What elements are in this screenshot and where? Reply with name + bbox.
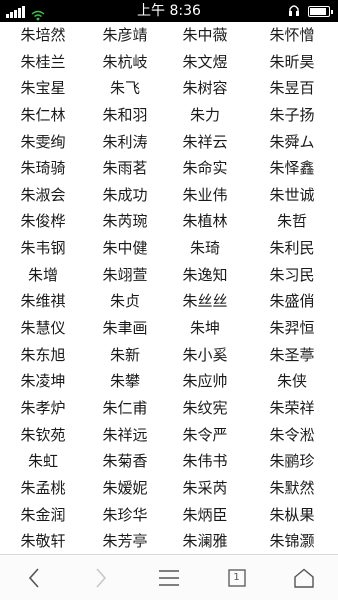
name-item: 朱中健 — [102, 239, 148, 258]
headset-icon — [288, 2, 300, 21]
name-item: 朱默然 — [269, 478, 315, 497]
name-item: 朱业伟 — [182, 185, 228, 204]
name-item: 朱昕昊 — [269, 52, 315, 71]
name-item: 朱澜雅 — [182, 532, 228, 551]
name-item: 朱攀 — [109, 372, 140, 391]
names-list: 朱培然 朱彦靖 朱中薇 朱怀憎朱桂兰 朱杭岐 朱文煜 朱昕昊朱宝星 朱飞 朱树容 朱昱百朱仁林 朱和… — [0, 22, 338, 555]
name-item: 朱珍华 — [102, 505, 148, 524]
status-right — [288, 2, 333, 21]
tabs-icon: 1 — [227, 568, 246, 587]
name-item: 朱应帅 — [182, 372, 228, 391]
name-item: 朱芮琬 — [102, 212, 148, 231]
name-item: 朱哲 — [276, 212, 307, 231]
name-item: 朱孟桃 — [20, 478, 66, 497]
name-item: 朱飞 — [109, 79, 140, 98]
name-item: 朱彦靖 — [102, 26, 148, 44]
name-item: 朱羿恒 — [269, 319, 315, 338]
name-item: 朱祥远 — [102, 425, 148, 444]
name-item: 朱翊萱 — [102, 265, 148, 284]
name-item: 朱文煜 — [182, 52, 228, 71]
name-item: 朱增 — [27, 265, 58, 284]
name-item: 朱伟书 — [182, 452, 228, 471]
name-item: 朱桂兰 — [20, 52, 66, 71]
name-item: 朱令严 — [182, 425, 228, 444]
back-icon — [28, 567, 39, 588]
name-item: 朱小奚 — [182, 345, 228, 364]
name-item: 朱树容 — [182, 79, 228, 98]
name-item: 朱雨茗 — [102, 159, 148, 178]
name-item: 朱钦苑 — [20, 425, 66, 444]
name-item: 朱利民 — [269, 239, 315, 258]
name-item: 朱虹 — [27, 452, 58, 471]
name-item: 朱利涛 — [102, 132, 148, 151]
back-button[interactable] — [14, 558, 54, 598]
menu-icon — [158, 569, 179, 586]
name-item: 朱宝星 — [20, 79, 66, 98]
name-item: 朱凌坤 — [20, 372, 66, 391]
forward-button[interactable] — [81, 558, 121, 598]
name-item: 朱和羽 — [102, 105, 148, 124]
name-item: 朱金润 — [20, 505, 66, 524]
name-item: 朱培然 — [20, 26, 66, 44]
name-item: 朱新 — [109, 345, 140, 364]
name-item: 朱鹂珍 — [269, 452, 315, 471]
name-item: 朱仁林 — [20, 105, 66, 124]
name-item: 朱聿画 — [102, 319, 148, 338]
name-item: 朱枞果 — [269, 505, 315, 524]
name-item: 朱怀憎 — [269, 26, 315, 44]
name-item: 朱令淞 — [269, 425, 315, 444]
name-item: 朱习民 — [269, 265, 315, 284]
name-item: 朱荣祥 — [269, 398, 315, 417]
name-item: 朱怿鑫 — [269, 159, 315, 178]
name-item: 朱炳臣 — [182, 505, 228, 524]
battery-icon — [308, 5, 333, 17]
name-item: 朱成功 — [102, 185, 148, 204]
menu-button[interactable] — [149, 558, 189, 598]
browser-screen: 上午 8:36 朱培然 朱彦靖 朱中薇 朱怀憎朱桂兰 朱杭岐 朱文煜 朱昕昊朱宝星 朱飞 朱树容… — [0, 0, 338, 600]
name-item: 朱芳亭 — [102, 532, 148, 551]
name-item: 朱圣葶 — [269, 345, 315, 364]
name-item: 朱孝炉 — [20, 398, 66, 417]
name-item: 朱锦灏 — [269, 532, 315, 551]
name-item: 朱韦钢 — [20, 239, 66, 258]
name-item: 朱力 — [189, 105, 220, 124]
name-item: 朱世诚 — [269, 185, 315, 204]
name-item: 朱淑会 — [20, 185, 66, 204]
name-item: 朱盛俏 — [269, 292, 315, 311]
forward-icon — [96, 567, 107, 588]
status-bar: 上午 8:36 — [0, 0, 338, 22]
battery-fill — [310, 7, 327, 15]
name-item: 朱贞 — [109, 292, 140, 311]
tabs-button[interactable]: 1 — [217, 558, 257, 598]
name-item: 朱昱百 — [269, 79, 315, 98]
name-item: 朱逸知 — [182, 265, 228, 284]
name-item: 朱子扬 — [269, 105, 315, 124]
name-item: 朱菊香 — [102, 452, 148, 471]
name-item: 朱舜ム — [269, 132, 315, 151]
home-button[interactable] — [284, 558, 324, 598]
name-item: 朱采芮 — [182, 478, 228, 497]
name-item: 朱琦 — [189, 239, 220, 258]
name-item: 朱杭岐 — [102, 52, 148, 71]
home-icon — [294, 568, 314, 588]
name-item: 朱嫒妮 — [102, 478, 148, 497]
name-item: 朱雯绚 — [20, 132, 66, 151]
name-item: 朱敬轩 — [20, 532, 66, 551]
name-item: 朱植林 — [182, 212, 228, 231]
name-item: 朱俊桦 — [20, 212, 66, 231]
name-item: 朱坤 — [189, 319, 220, 338]
name-item: 朱丝丝 — [182, 292, 228, 311]
name-item: 朱命实 — [182, 159, 228, 178]
name-item: 朱侠 — [276, 372, 307, 391]
name-item: 朱东旭 — [20, 345, 66, 364]
name-item: 朱中薇 — [182, 26, 228, 44]
name-item: 朱仁甫 — [102, 398, 148, 417]
name-item: 朱维祺 — [20, 292, 66, 311]
name-item: 朱琦骑 — [20, 159, 66, 178]
name-item: 朱慧仪 — [20, 319, 66, 338]
name-item: 朱祥云 — [182, 132, 228, 151]
tab-count-label: 1 — [233, 571, 240, 583]
bottom-nav: 1 — [0, 554, 338, 600]
name-item: 朱纹宪 — [182, 398, 228, 417]
